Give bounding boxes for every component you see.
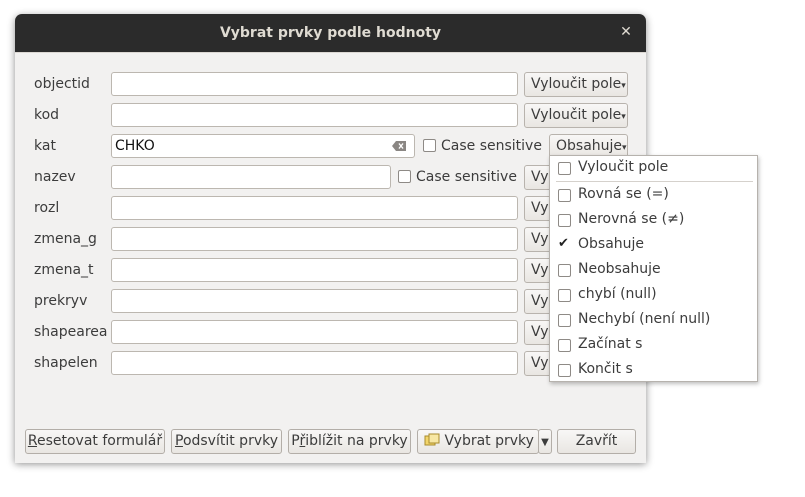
menu-item-not-contains[interactable]: Neobsahuje (550, 258, 757, 283)
close-icon[interactable]: ✕ (618, 24, 634, 40)
field-input-kat[interactable]: CHKO (111, 134, 415, 158)
field-label-nazev: nazev (34, 169, 76, 185)
field-input-rozl[interactable] (111, 196, 518, 220)
field-label-kod: kod (34, 107, 60, 123)
select-options-dropdown[interactable]: ▼ (538, 429, 552, 454)
clear-text-icon[interactable] (392, 141, 406, 151)
field-label-shapelen: shapelen (34, 355, 98, 371)
operator-menu: Vyloučit pole Rovná se (=) Nerovná se (≠… (549, 155, 758, 382)
checkmark-icon: ✔ (558, 236, 569, 251)
window-title: Vybrat prvky podle hodnoty (219, 25, 442, 41)
field-value-kat: CHKO (115, 138, 155, 154)
field-input-zmena-g[interactable] (111, 227, 518, 251)
menu-checkbox (558, 289, 571, 302)
field-label-objectid: objectid (34, 76, 90, 92)
menu-item-equals[interactable]: Rovná se (=) (550, 183, 757, 208)
field-input-shapearea[interactable] (111, 320, 518, 344)
zoom-to-features-button[interactable]: Přiblížit na prvky (288, 429, 411, 454)
field-label-shapearea: shapearea (34, 324, 108, 340)
field-input-objectid[interactable] (111, 72, 518, 96)
field-input-prekryv[interactable] (111, 289, 518, 313)
menu-item-contains[interactable]: ✔ Obsahuje (550, 233, 757, 258)
menu-item-not-equals[interactable]: Nerovná se (≠) (550, 208, 757, 233)
field-input-kod[interactable] (111, 103, 518, 127)
dropdown-arrow-icon: ▼ (541, 437, 549, 448)
field-label-zmena-t: zmena_t (34, 262, 94, 278)
case-sensitive-checkbox-nazev[interactable] (398, 170, 411, 183)
field-input-shapelen[interactable] (111, 351, 518, 375)
highlight-features-button[interactable]: Podsvítit prvky (171, 429, 282, 454)
menu-checkbox (558, 189, 571, 202)
field-label-rozl: rozl (34, 200, 60, 216)
field-input-nazev[interactable] (111, 165, 391, 189)
menu-item-not-null[interactable]: Nechybí (není null) (550, 308, 757, 333)
reset-form-button[interactable]: Resetovat formulář (25, 429, 165, 454)
menu-checkbox (558, 314, 571, 327)
operator-button-objectid[interactable]: Vyloučit pole▾ (524, 72, 628, 97)
menu-item-starts-with[interactable]: Začínat s (550, 333, 757, 358)
field-input-zmena-t[interactable] (111, 258, 518, 282)
menu-checkbox-checked: ✔ (558, 236, 571, 252)
case-sensitive-label-kat: Case sensitive (441, 138, 542, 154)
menu-checkbox (558, 339, 571, 352)
field-label-kat: kat (34, 138, 56, 154)
menu-checkbox (558, 364, 571, 377)
case-sensitive-label-nazev: Case sensitive (416, 169, 517, 185)
menu-checkbox (558, 214, 571, 227)
menu-item-is-null[interactable]: chybí (null) (550, 283, 757, 308)
operator-button-kod[interactable]: Vyloučit pole▾ (524, 103, 628, 128)
field-label-prekryv: prekryv (34, 293, 88, 309)
menu-separator (556, 181, 753, 182)
close-button[interactable]: Zavřít (557, 429, 636, 454)
menu-checkbox (558, 162, 571, 175)
field-label-zmena-g: zmena_g (34, 231, 97, 247)
case-sensitive-checkbox-kat[interactable] (423, 139, 436, 152)
title-bar: Vybrat prvky podle hodnoty ✕ (15, 14, 646, 52)
select-features-button[interactable]: Vybrat prvky (417, 429, 539, 454)
menu-checkbox (558, 264, 571, 277)
menu-item-exclude-field[interactable]: Vyloučit pole (550, 156, 757, 181)
select-features-icon (424, 433, 440, 446)
menu-item-ends-with[interactable]: Končit s (550, 358, 757, 383)
